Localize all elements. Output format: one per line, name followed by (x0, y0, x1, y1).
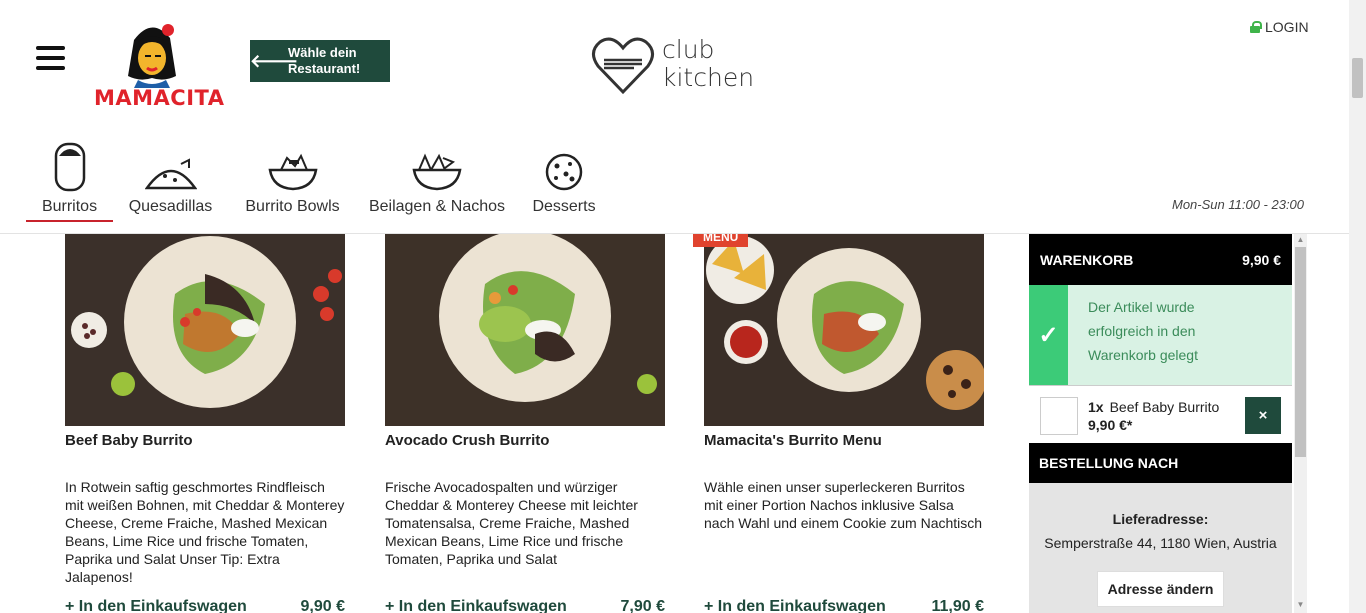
scroll-down-icon[interactable]: ▼ (1294, 599, 1307, 611)
product-title[interactable]: Mamacita's Burrito Menu (704, 432, 984, 478)
tab-label: Quesadillas (128, 198, 213, 215)
club-kitchen-text: club kitchen (662, 35, 755, 92)
cart-item-thumbnail (1040, 397, 1078, 435)
brand-name: MAMACITA (94, 86, 225, 110)
address-label: Lieferadresse: (1112, 511, 1209, 527)
product-price: 9,90 € (300, 598, 345, 613)
cart-item: 1x Beef Baby Burrito 9,90 €* × (1029, 385, 1292, 443)
remove-item-button[interactable]: × (1245, 397, 1281, 434)
cart-panel: WARENKORB 9,90 € ✓ Der Artikel wurde erf… (1029, 234, 1292, 613)
cart-header: WARENKORB 9,90 € (1029, 234, 1292, 285)
product-card: Avocado Crush Burrito Frische Avocadospa… (385, 234, 665, 613)
lock-icon (1250, 21, 1262, 33)
tab-burrito-bowls[interactable]: Burrito Bowls (228, 136, 357, 222)
delivery-address: Lieferadresse: Semperstraße 44, 1180 Wie… (1029, 483, 1292, 607)
page-scroll-thumb[interactable] (1352, 58, 1363, 98)
product-description: Frische Avocadospalten und würziger Ched… (385, 479, 638, 567)
bowl-icon (267, 136, 319, 192)
menu-icon[interactable] (36, 46, 65, 70)
cart-title: WARENKORB (1040, 251, 1134, 268)
change-address-button[interactable]: Adresse ändern (1097, 571, 1224, 607)
page-scrollbar[interactable] (1349, 0, 1366, 613)
tab-label: Burritos (41, 198, 98, 215)
header: MAMACITA 🡐 Wähle dein Restaurant! club k… (0, 0, 1349, 234)
choose-restaurant-button[interactable]: 🡐 Wähle dein Restaurant! (250, 40, 390, 82)
menu-badge: MENU (693, 234, 749, 247)
mamacita-face-icon (128, 24, 176, 88)
tab-desserts[interactable]: Desserts (517, 136, 611, 222)
cookie-icon (544, 136, 584, 192)
address-value: Semperstraße 44, 1180 Wien, Austria (1044, 535, 1277, 551)
tab-quesadillas[interactable]: Quesadillas (113, 136, 228, 222)
cart-scroll-thumb[interactable] (1295, 247, 1306, 457)
cart-item-qty: 1x (1088, 399, 1104, 415)
add-to-cart-button[interactable]: + In den Einkaufswagen (704, 598, 886, 613)
login-label: LOGIN (1265, 19, 1309, 35)
product-card: Beef Baby Burrito In Rotwein saftig gesc… (65, 234, 345, 613)
cart-scrollbar[interactable]: ▲ ▼ (1294, 234, 1307, 613)
burrito-icon (53, 136, 87, 192)
product-title[interactable]: Avocado Crush Burrito (385, 432, 665, 478)
success-message: ✓ Der Artikel wurde erfolgreich in den W… (1029, 285, 1292, 385)
product-title[interactable]: Beef Baby Burrito (65, 432, 345, 478)
add-to-cart-button[interactable]: + In den Einkaufswagen (65, 598, 247, 613)
arrow-left-icon: 🡐 (250, 50, 299, 71)
login-link[interactable]: LOGIN (1250, 19, 1309, 35)
product-price: 7,90 € (620, 598, 665, 613)
product-image[interactable] (65, 234, 345, 426)
add-to-cart-button[interactable]: + In den Einkaufswagen (385, 598, 567, 613)
product-description: In Rotwein saftig geschmortes Rindfleisc… (65, 479, 345, 585)
product-image[interactable] (385, 234, 665, 426)
tab-label: Desserts (532, 198, 596, 215)
product-card: Mamacita's Burrito Menu Wähle einen unse… (704, 234, 984, 613)
cart-total: 9,90 € (1242, 251, 1281, 268)
tab-label: Beilagen & Nachos (368, 198, 506, 215)
quesadilla-icon (144, 136, 197, 192)
product-image[interactable] (704, 234, 984, 426)
cart-item-name: Beef Baby Burrito (1109, 399, 1220, 415)
tab-label: Burrito Bowls (245, 198, 340, 215)
mamacita-logo[interactable]: MAMACITA (94, 18, 225, 110)
nachos-icon (411, 136, 463, 192)
club-kitchen-logo[interactable]: club kitchen (590, 34, 755, 98)
page: MAMACITA 🡐 Wähle dein Restaurant! club k… (0, 0, 1366, 613)
choose-restaurant-label: Wähle dein Restaurant! (288, 45, 361, 76)
product-price: 11,90 € (931, 598, 985, 613)
scroll-up-icon[interactable]: ▲ (1294, 234, 1307, 246)
heart-fork-icon (592, 37, 654, 95)
tab-burritos[interactable]: Burritos (26, 136, 113, 222)
category-nav: Burritos Quesadillas Burrito Bowls Beila… (26, 136, 611, 222)
success-text: Der Artikel wurde erfolgreich in den War… (1088, 299, 1198, 363)
product-description: Wähle einen unser superleckeren Burritos… (704, 479, 983, 531)
tab-beilagen-nachos[interactable]: Beilagen & Nachos (357, 136, 517, 222)
checkmark-icon: ✓ (1029, 285, 1068, 385)
order-for-header: BESTELLUNG NACH (1029, 443, 1292, 483)
opening-hours: Mon-Sun 11:00 - 23:00 (1172, 197, 1305, 212)
cart-item-price: 9,90 €* (1088, 417, 1133, 433)
